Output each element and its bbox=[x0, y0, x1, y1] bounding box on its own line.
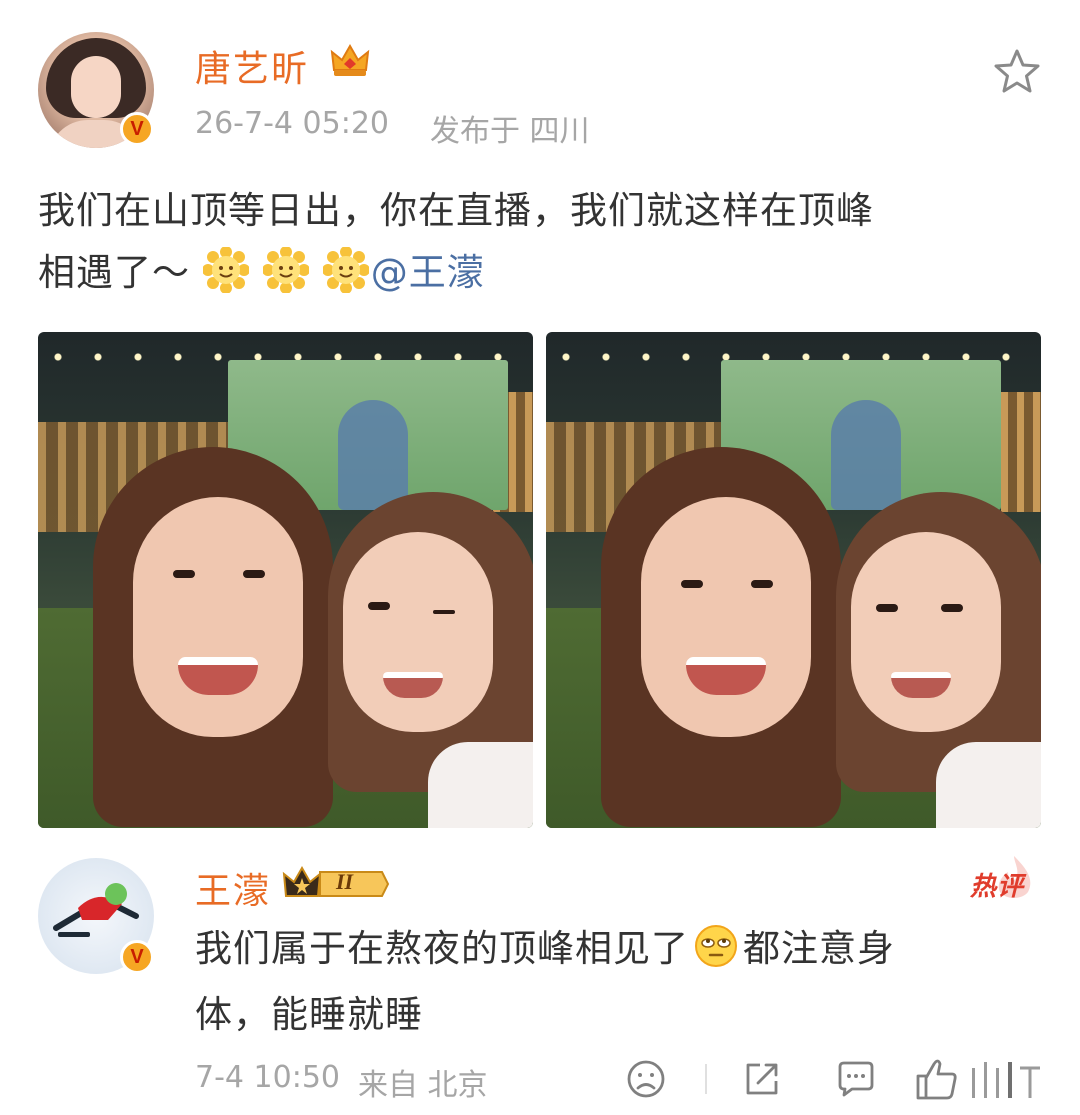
hot-comment-tag: 热评 bbox=[968, 856, 1040, 902]
share-icon[interactable] bbox=[740, 1057, 784, 1101]
like-icon[interactable] bbox=[912, 1054, 1052, 1104]
post-text-line-2-text: 相遇了～ bbox=[38, 251, 190, 294]
comment-line-1-text: 我们属于在熬夜的顶峰相见了 bbox=[195, 927, 689, 970]
sun-smile-emoji-3 bbox=[322, 247, 369, 293]
commenter-verified-badge: V bbox=[120, 940, 154, 974]
hot-label: 热评 bbox=[970, 872, 1025, 902]
post-text: 我们在山顶等日出，你在直播，我们就这样在顶峰 相遇了～ @王濛 bbox=[38, 180, 1048, 304]
mention-link[interactable]: @王濛 bbox=[371, 251, 485, 294]
comment-text: 我们属于在熬夜的顶峰相见了 都注意身 体，能睡就睡 bbox=[195, 916, 1015, 1048]
divider bbox=[705, 1064, 707, 1094]
comment-icon[interactable] bbox=[834, 1057, 878, 1101]
author-name[interactable]: 唐艺昕 bbox=[195, 40, 309, 92]
dislike-face-icon[interactable] bbox=[624, 1057, 668, 1101]
crown-icon bbox=[330, 44, 370, 76]
sun-smile-emoji-1 bbox=[202, 247, 249, 293]
verified-badge: V bbox=[120, 112, 154, 146]
comment-source: 来自 北京 bbox=[358, 1068, 488, 1103]
rank-label: II bbox=[336, 869, 354, 894]
post-photo-1[interactable] bbox=[38, 332, 533, 828]
post-photo-2[interactable] bbox=[546, 332, 1041, 828]
commenter-name[interactable]: 王濛 bbox=[195, 862, 271, 914]
comment-line-1-after: 都注意身 bbox=[743, 927, 895, 970]
comment-time: 7-4 10:50 bbox=[195, 1060, 340, 1095]
post-text-line-2: 相遇了～ @王濛 bbox=[38, 242, 1048, 304]
comment-line-1: 我们属于在熬夜的顶峰相见了 都注意身 bbox=[195, 916, 1015, 982]
post-text-line-1: 我们在山顶等日出，你在直播，我们就这样在顶峰 bbox=[38, 189, 874, 232]
rank-badge: II bbox=[282, 864, 390, 904]
comment-line-2: 体，能睡就睡 bbox=[195, 993, 423, 1036]
eye-roll-emoji bbox=[695, 925, 737, 967]
post-location: 发布于 四川 bbox=[430, 114, 590, 149]
sun-smile-emoji-2 bbox=[262, 247, 309, 293]
star-outline-icon[interactable] bbox=[992, 46, 1042, 96]
post-time: 26-7-4 05:20 bbox=[195, 106, 389, 141]
